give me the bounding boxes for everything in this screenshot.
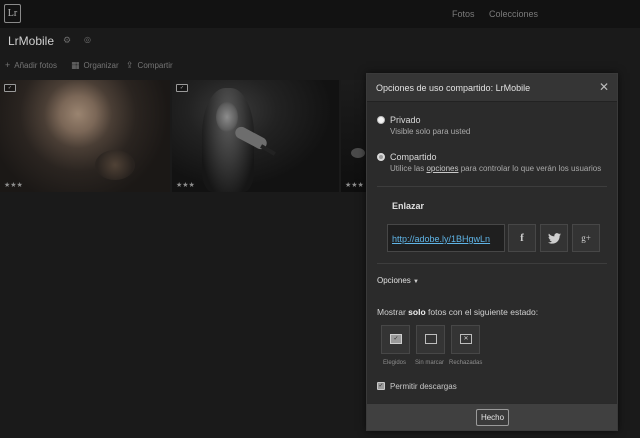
star-rating[interactable]: ★★★ — [345, 181, 364, 189]
top-bar: Lr Fotos Colecciones — [0, 0, 640, 28]
organize-label: Organizar — [83, 61, 119, 70]
options-dropdown[interactable]: Opciones ▼ — [377, 276, 419, 285]
divider — [377, 263, 607, 264]
share-url-link[interactable]: http://adobe.ly/1BHgwLn — [392, 234, 490, 244]
pick-flag-icon: ✓ — [390, 334, 402, 344]
private-option-description: Visible solo para usted — [390, 127, 471, 136]
share-url-field[interactable]: http://adobe.ly/1BHgwLn — [387, 224, 505, 252]
filter-picked-label: Elegidos — [383, 360, 407, 366]
filter-unflagged-button[interactable] — [416, 325, 445, 354]
close-icon[interactable]: ✕ — [599, 80, 609, 94]
add-photos-label: Añadir fotos — [14, 60, 57, 70]
grid-icon: ▦ — [71, 60, 80, 70]
allow-downloads-checkbox[interactable]: ✓ — [377, 382, 385, 390]
share-icon: ⇪ — [126, 60, 134, 70]
checkmark-icon: ✓ — [378, 383, 384, 389]
facebook-share-button[interactable]: f — [508, 224, 536, 252]
filter-text-start: Mostrar — [377, 307, 409, 317]
done-button[interactable]: Hecho — [476, 409, 509, 426]
photo-thumbnail[interactable]: ✓ ★★★ — [0, 80, 170, 192]
gear-icon[interactable]: ⚙ — [63, 35, 71, 46]
bokeh-light — [95, 150, 135, 180]
album-title: LrMobile — [8, 34, 55, 48]
nav-colecciones[interactable]: Colecciones — [489, 9, 538, 19]
singer-face — [216, 102, 238, 132]
star-rating[interactable]: ★★★ — [176, 181, 195, 189]
star-rating[interactable]: ★★★ — [4, 181, 23, 189]
divider — [377, 186, 607, 187]
twitter-share-button[interactable] — [540, 224, 568, 252]
share-button[interactable]: ⇪ Compartir — [126, 60, 173, 71]
filter-unflagged-label: Sin marcar — [415, 360, 445, 366]
pick-flag-icon: ✓ — [176, 84, 188, 92]
allow-downloads-label[interactable]: Permitir descargas — [390, 382, 457, 391]
googleplus-icon: g+ — [581, 233, 591, 243]
dialog-footer: Hecho — [367, 403, 617, 430]
filter-text-end: fotos con el siguiente estado: — [425, 307, 539, 317]
add-photos-button[interactable]: + Añadir fotos — [5, 60, 57, 70]
reject-flag-icon: ✕ — [460, 334, 472, 344]
options-dropdown-label: Opciones — [377, 276, 411, 285]
options-link[interactable]: opciones — [426, 164, 458, 173]
twitter-icon — [547, 233, 561, 244]
shared-radio[interactable] — [377, 153, 385, 161]
organize-button[interactable]: ▦ Organizar — [71, 60, 119, 71]
filter-rejected-label: Rechazadas — [449, 360, 483, 366]
private-option-label[interactable]: Privado — [390, 115, 421, 125]
shared-option-description: Utilice las opciones para controlar lo q… — [390, 164, 601, 173]
filter-text-bold: solo — [408, 307, 426, 317]
share-label: Compartir — [137, 61, 173, 70]
dialog-title: Opciones de uso compartido: LrMobile — [376, 83, 531, 93]
share-options-dialog: Opciones de uso compartido: LrMobile ✕ P… — [366, 73, 618, 431]
microphone — [260, 144, 276, 156]
plus-icon: + — [5, 60, 11, 70]
facebook-icon: f — [520, 232, 524, 244]
filter-instructions: Mostrar solo fotos con el siguiente esta… — [377, 307, 538, 317]
filter-picked-button[interactable]: ✓ — [381, 325, 410, 354]
caret-down-icon: ▼ — [413, 279, 419, 285]
stage-light — [351, 148, 365, 158]
shared-desc-end: para controlar lo que verán los usuarios — [458, 164, 602, 173]
unflagged-flag-icon — [425, 334, 437, 344]
share-status-icon[interactable]: ◎ — [84, 35, 91, 44]
dialog-header: Opciones de uso compartido: LrMobile ✕ — [367, 74, 617, 102]
filter-rejected-button[interactable]: ✕ — [451, 325, 480, 354]
shared-desc-start: Utilice las — [390, 164, 427, 173]
shared-option-label[interactable]: Compartido — [390, 152, 437, 162]
googleplus-share-button[interactable]: g+ — [572, 224, 600, 252]
photo-thumbnail[interactable]: ✓ ★★★ — [172, 80, 339, 192]
pick-flag-icon: ✓ — [4, 84, 16, 92]
private-radio[interactable] — [377, 116, 385, 124]
link-section-title: Enlazar — [392, 201, 425, 211]
lightroom-logo[interactable]: Lr — [4, 4, 21, 23]
nav-fotos[interactable]: Fotos — [452, 9, 475, 19]
